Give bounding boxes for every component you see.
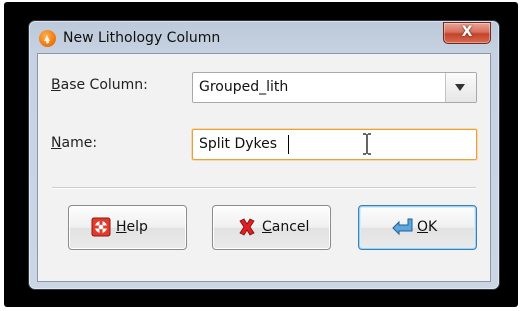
dialog-window: New Lithology Column X Base Column: Grou… [28, 20, 500, 290]
separator [52, 187, 476, 189]
base-column-value: Grouped_lith [199, 79, 289, 95]
close-button[interactable]: X [443, 22, 491, 44]
text-caret [288, 135, 289, 154]
help-button[interactable]: Help [68, 205, 187, 250]
name-field[interactable]: Split Dykes [192, 129, 477, 160]
cancel-icon [239, 218, 255, 236]
help-label: Help [116, 219, 148, 235]
cancel-label: Cancel [262, 219, 310, 235]
base-column-label: Base Column: [51, 77, 148, 93]
app-icon [39, 30, 56, 47]
ok-button[interactable]: OK [358, 205, 477, 250]
cancel-button[interactable]: Cancel [212, 205, 331, 250]
close-icon: X [461, 24, 473, 40]
dialog-body: Base Column: Grouped_lith Name: Split Dy… [37, 53, 491, 282]
chevron-down-icon [455, 84, 465, 91]
title-bar[interactable]: New Lithology Column X [29, 21, 499, 53]
base-column-select[interactable]: Grouped_lith [192, 72, 477, 103]
name-label: Name: [51, 135, 98, 151]
lifebuoy-icon [91, 217, 111, 237]
window-title: New Lithology Column [63, 30, 221, 46]
name-value: Split Dykes [199, 136, 278, 152]
dropdown-button[interactable] [445, 73, 476, 102]
ok-label: OK [417, 219, 438, 235]
ibeam-cursor-icon [363, 133, 371, 155]
return-arrow-icon [392, 218, 413, 236]
